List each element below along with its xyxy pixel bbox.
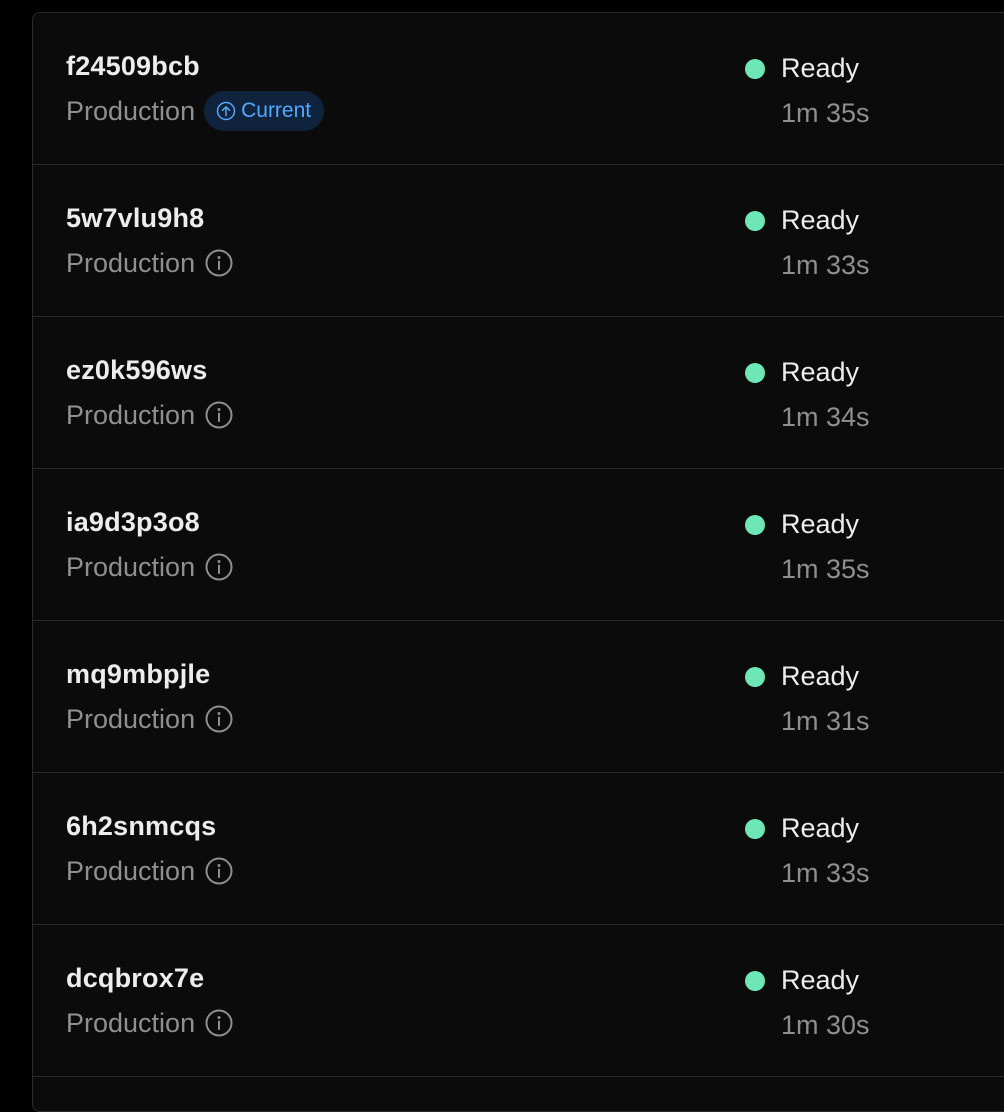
status-ready-dot bbox=[745, 971, 765, 991]
deployment-id[interactable]: dcqbrox7e bbox=[66, 963, 204, 994]
deployment-id[interactable]: ez0k596ws bbox=[66, 355, 207, 386]
environment-label: Production bbox=[66, 247, 196, 278]
info-icon[interactable] bbox=[205, 705, 233, 733]
deployment-environment: Production bbox=[66, 243, 233, 283]
deployment-environment: Production bbox=[66, 851, 233, 891]
build-duration: 1m 34s bbox=[781, 402, 870, 432]
status-label: Ready bbox=[781, 661, 860, 691]
deployment-environment: Production bbox=[66, 547, 233, 587]
status-label: Ready bbox=[781, 53, 860, 83]
deployment-id[interactable]: 6h2snmcqs bbox=[66, 811, 216, 842]
info-icon[interactable] bbox=[205, 401, 233, 429]
build-duration: 1m 30s bbox=[781, 1010, 870, 1040]
info-icon[interactable] bbox=[205, 249, 233, 277]
deployment-row[interactable]: 5w7vlu9h8 Production Ready 1m 33s bbox=[33, 165, 1004, 317]
deployment-environment: Production bbox=[66, 1003, 233, 1043]
environment-label: Production bbox=[66, 703, 196, 734]
arrow-up-circle-icon bbox=[216, 101, 236, 121]
deployment-environment: Production Current bbox=[66, 91, 325, 131]
build-duration: 1m 33s bbox=[781, 858, 870, 888]
status-label: Ready bbox=[781, 357, 860, 387]
status-ready-dot bbox=[745, 59, 765, 79]
deployment-row[interactable]: ia9d3p3o8 Production Ready 1m 35s bbox=[33, 469, 1004, 621]
status-label: Ready bbox=[781, 205, 860, 235]
status-label: Ready bbox=[781, 509, 860, 539]
deployment-environment: Production bbox=[66, 699, 233, 739]
environment-label: Production bbox=[66, 399, 196, 430]
build-duration: 1m 31s bbox=[781, 706, 870, 736]
build-duration: 1m 35s bbox=[781, 554, 870, 584]
deployment-row[interactable]: ez0k596ws Production Ready 1m 34s bbox=[33, 317, 1004, 469]
environment-label: Production bbox=[66, 1007, 196, 1038]
deployment-row[interactable]: 6h2snmcqs Production Ready 1m 33s bbox=[33, 773, 1004, 925]
environment-label: Production bbox=[66, 855, 196, 886]
status-ready-dot bbox=[745, 211, 765, 231]
status-label: Ready bbox=[781, 813, 860, 843]
deployment-row[interactable]: f24509bcb Production Current Ready 1m 35… bbox=[33, 13, 1004, 165]
environment-label: Production bbox=[66, 551, 196, 582]
deployments-list: f24509bcb Production Current Ready 1m 35… bbox=[32, 12, 1004, 1112]
current-badge: Current bbox=[204, 91, 325, 131]
deployment-id[interactable]: f24509bcb bbox=[66, 51, 200, 82]
status-ready-dot bbox=[745, 819, 765, 839]
status-ready-dot bbox=[745, 515, 765, 535]
environment-label: Production bbox=[66, 95, 196, 126]
status-ready-dot bbox=[745, 363, 765, 383]
info-icon[interactable] bbox=[205, 553, 233, 581]
status-ready-dot bbox=[745, 667, 765, 687]
build-duration: 1m 33s bbox=[781, 250, 870, 280]
status-label: Ready bbox=[781, 965, 860, 995]
deployment-id[interactable]: mq9mbpjle bbox=[66, 659, 210, 690]
deployment-row[interactable]: mq9mbpjle Production Ready 1m 31s bbox=[33, 621, 1004, 773]
info-icon[interactable] bbox=[205, 1009, 233, 1037]
deployment-environment: Production bbox=[66, 395, 233, 435]
build-duration: 1m 35s bbox=[781, 98, 870, 128]
deployment-id[interactable]: 5w7vlu9h8 bbox=[66, 203, 204, 234]
info-icon[interactable] bbox=[205, 857, 233, 885]
deployment-id[interactable]: ia9d3p3o8 bbox=[66, 507, 200, 538]
current-badge-label: Current bbox=[241, 99, 312, 122]
deployment-row[interactable]: dcqbrox7e Production Ready 1m 30s bbox=[33, 925, 1004, 1077]
